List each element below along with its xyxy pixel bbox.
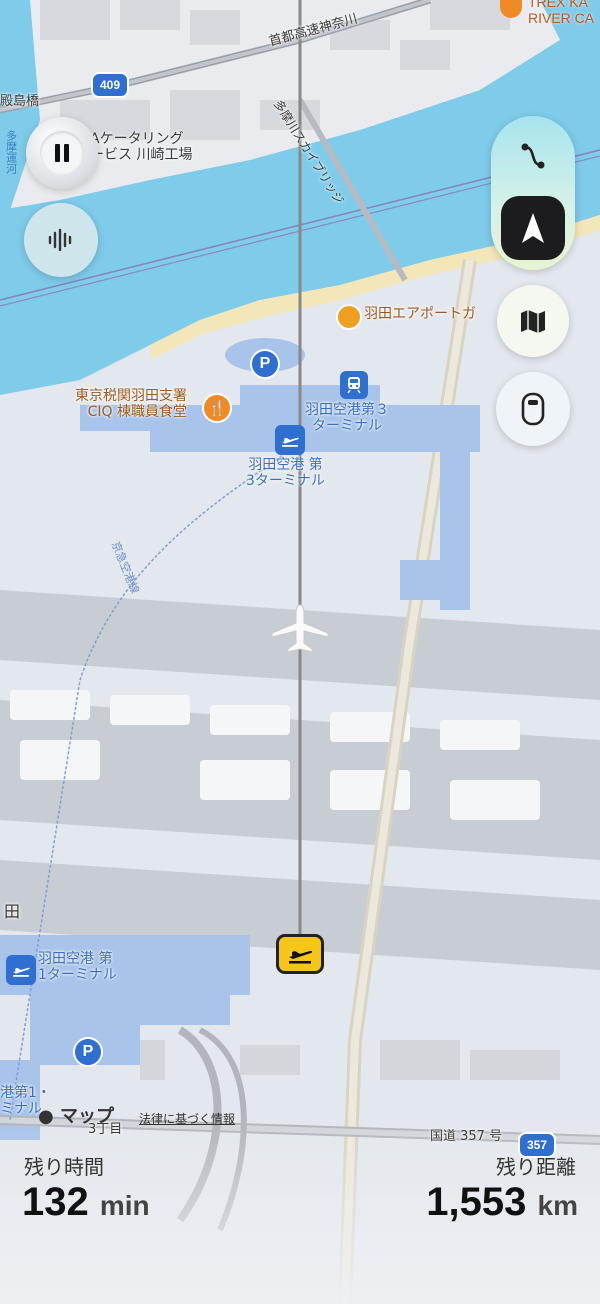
location-arrow-icon [522, 213, 544, 243]
canal-label: 多摩運河 [4, 130, 18, 174]
station-t3-label: 羽田空港第３ ターミナル [305, 402, 389, 435]
remaining-distance-value: 1,553 km [426, 1180, 578, 1224]
map-icon [521, 310, 545, 333]
compass-button[interactable] [501, 196, 565, 260]
customs-canteen-label: 東京税関羽田支署 CIQ 棟職員食堂 [75, 388, 187, 421]
terminal3-label: 羽田空港 第 3ターミナル [246, 457, 325, 490]
time-unit: min [99, 1190, 150, 1221]
map-mode-button[interactable] [497, 285, 569, 357]
pause-button[interactable] [26, 117, 98, 189]
parking-icon[interactable]: P [73, 1037, 103, 1067]
train-station-icon[interactable] [340, 371, 368, 399]
bridge-label: 殿島橋 [0, 94, 40, 109]
remaining-distance-label: 残り距離 [496, 1157, 576, 1179]
route-357-label: 国道 357 号 [430, 1129, 503, 1144]
apple-icon: ● [38, 1106, 54, 1127]
route-icon [521, 143, 545, 169]
audio-button[interactable] [24, 203, 98, 277]
airplane-icon [270, 603, 330, 655]
waveform-icon [48, 228, 72, 252]
remaining-time-label: 残り時間 [24, 1157, 104, 1179]
airport-icon[interactable] [6, 955, 36, 985]
legal-link[interactable]: 法律に基づく情報 [139, 1112, 235, 1127]
river-cafe-label: TREX KA RIVER CA [528, 0, 595, 27]
distance-unit: km [537, 1190, 578, 1221]
terminal1-label: 羽田空港 第 1ターミナル [38, 951, 117, 984]
airplane-window-icon [521, 392, 545, 426]
haneda-label: 田 [4, 902, 21, 921]
remaining-time-value: 132 min [22, 1180, 150, 1224]
shopping-icon[interactable] [336, 304, 362, 330]
parking-icon[interactable]: P [250, 349, 280, 379]
catering-label: Aケータリング ービス 川崎工場 [90, 131, 193, 164]
restaurant-icon[interactable]: 🍴 [202, 393, 232, 423]
route-button[interactable] [503, 126, 563, 186]
pause-icon [40, 131, 84, 175]
airport-icon[interactable] [275, 425, 305, 455]
route-409-shield: 409 [91, 72, 129, 98]
window-view-button[interactable] [496, 372, 570, 446]
airport-garden-label: 羽田エアポートガ [364, 306, 476, 322]
departure-icon[interactable] [276, 934, 324, 974]
maps-logo[interactable]: ● マップ [38, 1106, 114, 1128]
navigation-control-group [491, 116, 575, 270]
